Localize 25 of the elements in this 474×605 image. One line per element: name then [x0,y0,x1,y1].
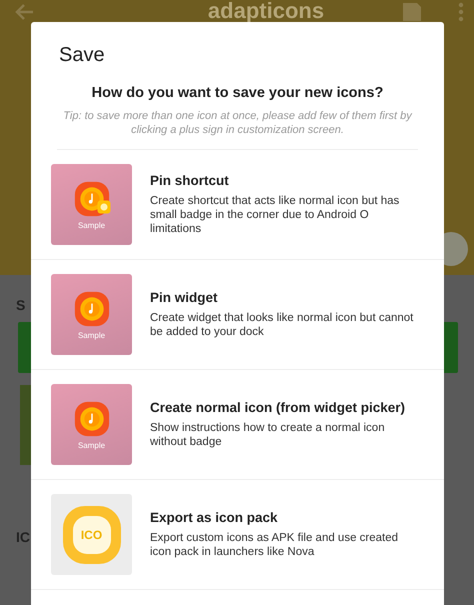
option-title: Pin shortcut [150,173,230,188]
tip-text: Tip: to save more than one icon at once, please add few of them first by clicking a plus sign in customization screen. [57,109,418,150]
app-title: adapticons [206,0,326,22]
option-title: Export as icon pack [150,510,279,525]
music-app-icon [74,291,110,327]
question-text: How do you want to save your new icons? [90,85,384,101]
music-app-icon [74,401,110,437]
badge-icon [97,200,111,214]
dialog-title: Save [58,43,106,67]
save-option[interactable]: Sample Create normal icon (from widget picker) Show instructions how to create a normal icon without badge [31,370,444,480]
section-label: S [16,297,26,313]
option-description: Create shortcut that acts like normal icon but has small badge in the corner due to Android O limitations [150,194,400,236]
sample-label: Sample [78,441,106,450]
option-description: Create widget that looks like normal icon but cannot be added to your dock [150,311,414,339]
save-option[interactable]: Sample Pin shortcut Create shortcut that acts like normal icon but has small badge in the corner due to Android O limitations [31,150,444,260]
save-option[interactable]: ICO Export as icon pack Export custom icons as APK file and use created icon pack in launchers like Nova [31,480,444,590]
sample-label: Sample [78,331,106,340]
sample-label: Sample [78,221,106,230]
option-title: Create normal icon (from widget picker) [150,400,406,415]
option-description: Export custom icons as APK file and use created icon pack in launchers like Nova [150,531,400,559]
section-label: IC [16,529,30,545]
option-description: Show instructions how to create a normal icon without badge [150,421,386,449]
ico-label: ICO [80,528,102,542]
option-title: Pin widget [150,290,218,305]
save-option[interactable]: Sample Pin widget Create widget that looks like normal icon but cannot be added to your dock [31,260,444,370]
